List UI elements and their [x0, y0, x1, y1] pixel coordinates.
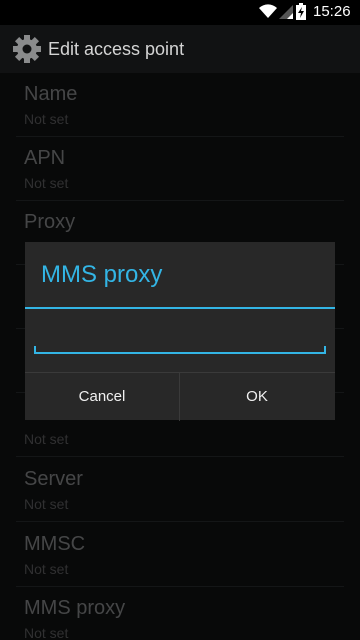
- page-title: Edit access point: [48, 39, 185, 59]
- mms-proxy-input[interactable]: [34, 332, 326, 354]
- signal-icon: [279, 5, 293, 19]
- input-underline-left-tick: [34, 346, 36, 354]
- battery-charging-icon: [296, 3, 306, 20]
- dialog-title-divider: [25, 307, 335, 309]
- dialog-title: MMS proxy: [41, 261, 163, 288]
- settings-gear-icon[interactable]: [12, 34, 42, 64]
- action-bar: Edit access point: [0, 25, 360, 73]
- dialog-button-bar: Cancel OK: [25, 372, 335, 421]
- input-underline-right-tick: [324, 346, 326, 354]
- ok-button[interactable]: OK: [180, 373, 334, 421]
- mms-proxy-dialog: MMS proxy Cancel OK: [25, 242, 335, 421]
- status-bar: 15:26: [0, 0, 360, 25]
- status-time: 15:26: [313, 3, 351, 20]
- wifi-icon: [259, 4, 277, 18]
- cancel-button[interactable]: Cancel: [25, 373, 179, 421]
